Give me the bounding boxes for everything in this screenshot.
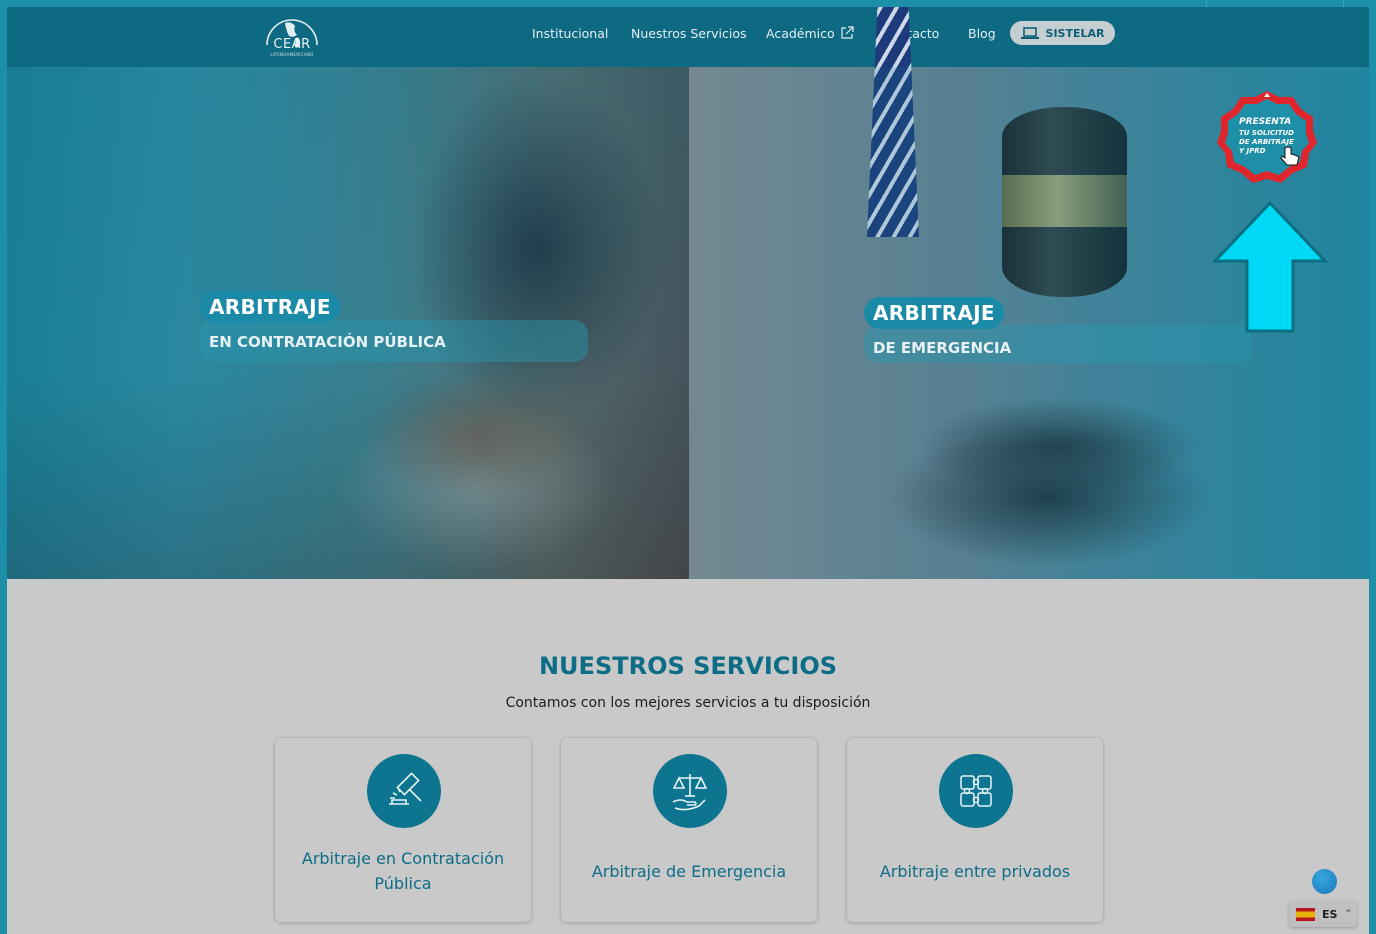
language-selector[interactable]: ES ⌃ (1289, 901, 1357, 927)
language-code: ES (1322, 907, 1338, 921)
nav-blog[interactable]: Blog (968, 26, 996, 41)
nav-nuestros-servicios[interactable]: Nuestros Servicios (631, 26, 747, 41)
badge-shape-icon (1217, 91, 1317, 183)
service-card-emergencia[interactable]: Arbitraje de Emergencia (561, 738, 817, 922)
badge-line1: PRESENTA (1239, 117, 1292, 127)
external-link-icon (840, 25, 854, 44)
chevron-up-icon: ⌃ (1344, 909, 1352, 919)
service-card-label: Arbitraje de Emergencia (591, 862, 787, 881)
scales-hand-icon (653, 754, 727, 828)
service-card-privados[interactable]: Arbitraje entre privados (847, 738, 1103, 922)
badge-line4: Y JPRD (1239, 147, 1266, 155)
logo-text: CEAR (273, 37, 311, 52)
sistelar-button[interactable]: SISTELAR (1010, 21, 1115, 45)
gavel-icon (367, 754, 441, 828)
service-card-label: Arbitraje en Contratación Pública (301, 849, 505, 893)
services-subtitle: Contamos con los mejores servicios a tu … (505, 695, 871, 711)
services-title: NUESTROS SERVICIOS (538, 652, 838, 680)
service-card-label: Arbitraje entre privados (879, 862, 1071, 881)
hero-left-title[interactable]: ARBITRAJE (200, 291, 340, 323)
arrow-up-icon (1213, 200, 1328, 333)
logo-subtext: LATINOAMERICANO (270, 52, 314, 57)
cear-logo[interactable]: CEAR LATINOAMERICANO (261, 15, 323, 59)
hero-right-subtitle[interactable]: DE EMERGENCIA (864, 333, 1020, 363)
puzzle-icon (939, 754, 1013, 828)
hero-left-subtitle[interactable]: EN CONTRATACIÓN PÚBLICA (200, 327, 455, 357)
pointer-hand-icon (1280, 146, 1300, 166)
chat-widget-button[interactable] (1312, 869, 1337, 894)
laptop-icon (1020, 26, 1039, 39)
badge-line2: TU SOLICITUD (1239, 129, 1294, 137)
site-header: CEAR LATINOAMERICANO Institucional Nuest… (7, 7, 1369, 67)
nav-academico[interactable]: Académico (766, 26, 835, 41)
presenta-solicitud-badge[interactable]: PRESENTA TU SOLICITUD DE ARBITRAJE Y JPR… (1217, 87, 1317, 187)
spain-flag-icon (1296, 907, 1315, 921)
page: CEAR LATINOAMERICANO Institucional Nuest… (7, 7, 1369, 934)
browser-edge (1206, 0, 1344, 7)
hero-right-title[interactable]: ARBITRAJE (864, 297, 1004, 329)
sistelar-label: SISTELAR (1045, 26, 1105, 40)
service-card-contratacion[interactable]: Arbitraje en Contratación Pública (275, 738, 531, 922)
nav-institucional[interactable]: Institucional (532, 26, 608, 41)
